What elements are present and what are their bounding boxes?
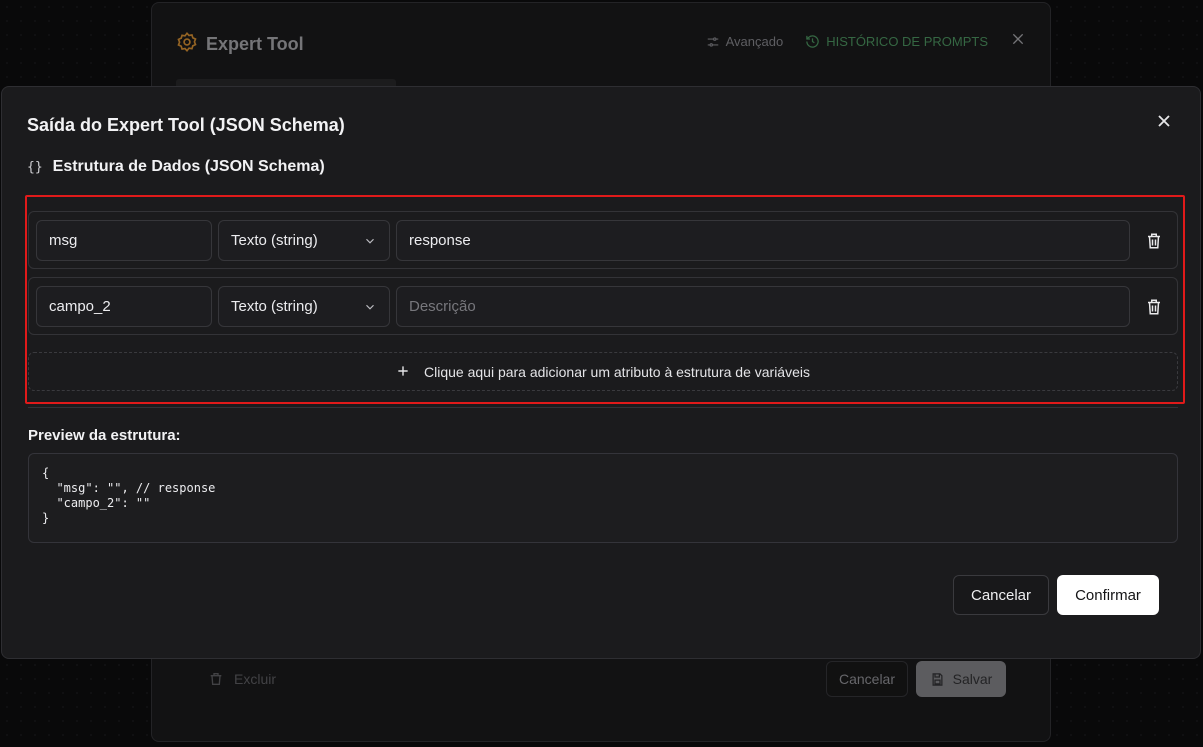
modal-title: Saída do Expert Tool (JSON Schema) — [27, 115, 345, 135]
braces-icon: {} — [27, 159, 43, 175]
preview-code-box: { "msg": "", // response "campo_2": "" } — [28, 453, 1178, 543]
field-description-input[interactable]: response — [396, 220, 1130, 261]
cancel-button[interactable]: Cancelar — [953, 575, 1049, 615]
confirm-button[interactable]: Confirmar — [1057, 575, 1159, 615]
field-type-select[interactable]: Texto (string) — [218, 286, 390, 327]
section-header: {} Estrutura de Dados (JSON Schema) — [27, 158, 325, 176]
description-placeholder: Descrição — [409, 298, 476, 315]
field-name-input[interactable]: msg — [36, 220, 212, 261]
plus-icon — [396, 362, 410, 382]
field-type-value: Texto (string) — [231, 232, 318, 249]
field-row: campo_2 Texto (string) Descrição — [28, 277, 1178, 335]
json-schema-modal: Saída do Expert Tool (JSON Schema) {} Es… — [1, 86, 1201, 659]
chevron-down-icon — [366, 304, 374, 310]
field-type-select[interactable]: Texto (string) — [218, 220, 390, 261]
field-description-input[interactable]: Descrição — [396, 286, 1130, 327]
field-name-input[interactable]: campo_2 — [36, 286, 212, 327]
trash-icon[interactable] — [1145, 298, 1163, 316]
preview-code: { "msg": "", // response "campo_2": "" } — [42, 466, 216, 525]
divider — [28, 407, 1178, 408]
trash-icon[interactable] — [1145, 232, 1163, 250]
add-attribute-label: Clique aqui para adicionar um atributo à… — [424, 363, 810, 380]
preview-label: Preview da estrutura: — [28, 427, 181, 444]
close-icon[interactable] — [1154, 111, 1174, 131]
field-type-value: Texto (string) — [231, 298, 318, 315]
section-title: Estrutura de Dados (JSON Schema) — [52, 158, 325, 175]
add-attribute-button[interactable]: Clique aqui para adicionar um atributo à… — [28, 352, 1178, 391]
chevron-down-icon — [366, 238, 374, 244]
field-row: msg Texto (string) response — [28, 211, 1178, 269]
